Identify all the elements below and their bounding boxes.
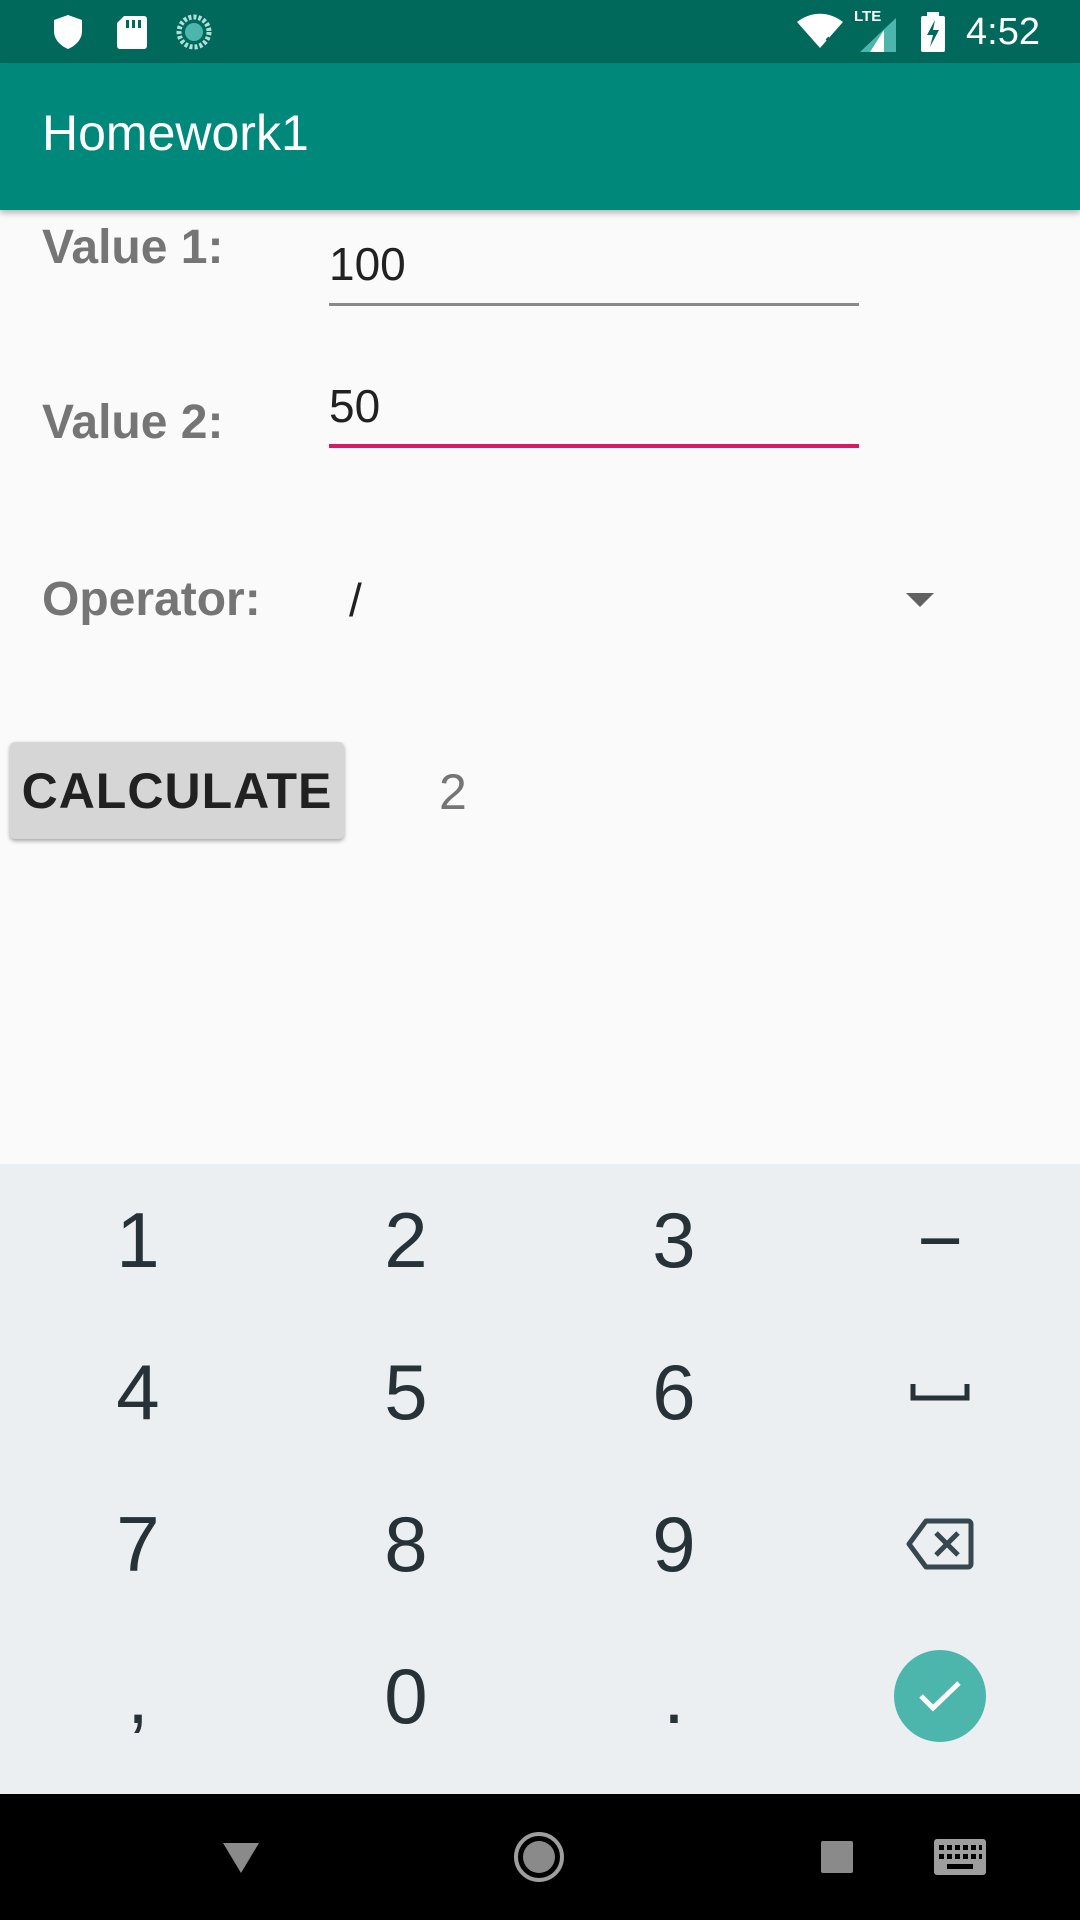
- operator-selected-value: /: [349, 574, 362, 626]
- back-button[interactable]: [208, 1824, 274, 1890]
- chevron-down-icon: [906, 593, 934, 607]
- key-backspace[interactable]: [806, 1469, 1074, 1619]
- keyboard-switch-button[interactable]: [928, 1824, 992, 1890]
- backspace-icon: [906, 1518, 974, 1570]
- value2-label: Value 2:: [42, 396, 224, 449]
- key-period[interactable]: .: [540, 1621, 808, 1771]
- key-space[interactable]: [806, 1317, 1074, 1467]
- key-5[interactable]: 5: [272, 1317, 540, 1467]
- home-button[interactable]: [506, 1824, 572, 1890]
- space-icon: [910, 1384, 970, 1401]
- done-button[interactable]: [894, 1650, 986, 1742]
- value1-label: Value 1:: [42, 221, 224, 274]
- key-7[interactable]: 7: [4, 1469, 272, 1619]
- wifi-icon: [797, 13, 843, 50]
- keyboard-switch-icon: [934, 1839, 986, 1875]
- key-comma[interactable]: ,: [4, 1621, 272, 1771]
- recents-icon: [821, 1841, 853, 1873]
- key-0[interactable]: 0: [272, 1621, 540, 1771]
- sd-card-icon: [117, 16, 147, 49]
- battery-charging-icon: [921, 12, 945, 52]
- key-minus[interactable]: −: [806, 1165, 1074, 1315]
- key-2[interactable]: 2: [272, 1165, 540, 1315]
- app-title: Homework1: [42, 105, 309, 161]
- value2-underline: [329, 444, 859, 448]
- value1-input[interactable]: [329, 226, 859, 302]
- key-1[interactable]: 1: [4, 1165, 272, 1315]
- key-done[interactable]: [806, 1621, 1074, 1771]
- done-icon: [919, 1681, 961, 1712]
- sync-icon: [176, 14, 212, 50]
- status-time: 4:52: [966, 11, 1040, 53]
- lte-signal-icon: LTE: [852, 8, 902, 54]
- back-icon: [223, 1843, 259, 1873]
- value2-field[interactable]: [329, 368, 859, 448]
- calculate-button[interactable]: CALCULATE: [10, 742, 344, 839]
- value1-underline: [329, 303, 859, 306]
- key-4[interactable]: 4: [4, 1317, 272, 1467]
- operator-spinner[interactable]: /: [329, 565, 949, 635]
- operator-label: Operator:: [42, 573, 261, 626]
- result-text: 2: [439, 764, 467, 820]
- key-9[interactable]: 9: [540, 1469, 808, 1619]
- value1-field[interactable]: [329, 226, 859, 306]
- recents-button[interactable]: [804, 1824, 870, 1890]
- navigation-bar: [0, 1794, 1080, 1920]
- key-8[interactable]: 8: [272, 1469, 540, 1619]
- app-bar: Homework1: [0, 63, 1080, 210]
- shield-icon: [54, 15, 82, 49]
- status-bar: LTE 4:52: [0, 0, 1080, 63]
- home-icon: [514, 1832, 564, 1882]
- key-6[interactable]: 6: [540, 1317, 808, 1467]
- value2-input[interactable]: [329, 368, 859, 444]
- key-3[interactable]: 3: [540, 1165, 808, 1315]
- numeric-keyboard: 1 2 3 − 4 5 6 7 8 9 , 0 .: [0, 1164, 1080, 1794]
